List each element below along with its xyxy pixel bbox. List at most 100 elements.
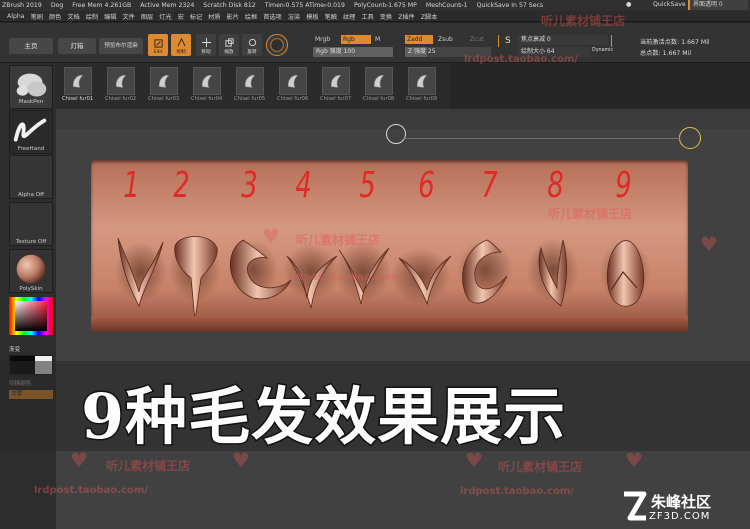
menu-item[interactable]: 编辑 [104, 12, 116, 21]
menu-item[interactable]: Alpha [7, 13, 25, 20]
rotate-icon [248, 38, 256, 47]
fur-brush-icon [417, 75, 428, 88]
lightbox-button[interactable]: 灯箱 [58, 38, 96, 54]
home-button[interactable]: 主页 [9, 38, 53, 54]
brush-thumbnail[interactable] [193, 67, 221, 95]
move-icon [201, 38, 211, 47]
focal-cursor [679, 127, 701, 149]
brush-thumbnail[interactable] [150, 67, 178, 95]
zadd-toggle[interactable]: Zadd [405, 35, 433, 44]
rgb-toggle[interactable]: Rgb [341, 35, 371, 44]
menu-item[interactable]: 文件 [122, 12, 134, 21]
draw-button[interactable]: 绘制 [171, 34, 191, 56]
watermark-shop-2: 听儿素材铺王店 [548, 207, 633, 221]
gradient-label: 渐变 [9, 347, 21, 353]
menu-item[interactable]: 宏 [178, 12, 184, 21]
menu-item[interactable]: 首选项 [263, 12, 282, 21]
watermark-shop-1: 听儿素材铺王店 [296, 233, 381, 247]
menu-item[interactable]: 颜色 [49, 12, 61, 21]
menu-item[interactable]: 渲染 [288, 12, 300, 21]
menu-item[interactable]: Z脚本 [421, 12, 438, 21]
rotate-button[interactable]: 旋转 [242, 34, 262, 56]
fur-brush-icon [374, 75, 385, 88]
draw-size-cursor [386, 124, 406, 144]
material-sphere-icon[interactable] [266, 34, 288, 56]
brush-thumbnail[interactable] [279, 67, 307, 95]
brush-thumbnail[interactable] [107, 67, 135, 95]
rotate-label: 旋转 [247, 50, 257, 55]
brush-thumbnail[interactable] [408, 67, 436, 95]
fur-brush-icon [331, 75, 342, 88]
zsub-toggle[interactable]: Zsub [436, 35, 460, 44]
menu-item[interactable]: Z插件 [398, 12, 415, 21]
brush-thumbnail[interactable] [64, 67, 92, 95]
menu-item[interactable]: 材质 [208, 12, 220, 21]
preview-bpr-button[interactable]: 预览布尔渲染 [99, 38, 143, 54]
brush-thumbnail[interactable] [322, 67, 350, 95]
transparency-slider[interactable]: 界面透明 0 [688, 0, 748, 10]
fur-brush-icon [245, 75, 256, 88]
rgb-intensity-slider[interactable]: Rgb 强度 100 [313, 47, 393, 57]
edit-label: Edit [153, 50, 163, 55]
menu-item[interactable]: 变换 [380, 12, 392, 21]
menu-item[interactable]: 图层 [141, 12, 153, 21]
quicksave-button[interactable]: QuickSave [653, 1, 686, 8]
scale-label: 缩放 [224, 50, 234, 55]
brush-name: Chisel fur03 [148, 96, 180, 102]
menu-bar: Alpha 笔刷 颜色 文档 绘制 编辑 文件 图层 灯光宏标记 材质 影片 绘框 首选项 渲染 模板 笔触纹… [0, 11, 750, 22]
stroke-guide-line [404, 138, 680, 139]
color-picker[interactable] [9, 297, 53, 335]
stroke-number: 7 [481, 165, 498, 206]
watermark-url-2: lrdpost.taobao.com/ [464, 54, 578, 65]
title-bar: ZBrush 2019 Dog Free Mem 4.261GB Active … [0, 0, 750, 11]
watermark-heart-icon: ♥ [700, 232, 718, 256]
fur-brush-icon [288, 75, 299, 88]
brush-name: Chisel fur01 [62, 96, 94, 102]
mesh-count: MeshCount▹1 [425, 2, 468, 9]
active-mem: Active Mem 2324 [140, 2, 195, 9]
brush-name: Chisel fur06 [277, 96, 309, 102]
menu-item[interactable]: 绘制 [86, 12, 98, 21]
stroke-number: 1 [123, 165, 140, 206]
watermark-shop-4: 听儿素材铺王店 [106, 459, 191, 473]
brush-thumbnail[interactable] [236, 67, 264, 95]
menu-item[interactable]: 标记 [190, 12, 202, 21]
brush-name: Chisel fur02 [105, 96, 137, 102]
watermark-shop-5: 听儿素材铺王店 [498, 460, 583, 474]
app-title: ZBrush 2019 [2, 2, 42, 9]
stroke-number: 8 [547, 165, 564, 206]
menu-item[interactable]: 笔刷 [31, 12, 43, 21]
zcut-toggle[interactable]: Zcut [468, 35, 492, 44]
menu-item[interactable]: 模板 [306, 12, 318, 21]
watermark-url-4: lrdpost.taobao.com/ [460, 486, 574, 497]
m-toggle[interactable]: M [373, 35, 387, 44]
slider-marker-2 [611, 35, 612, 47]
stroke-number: 6 [418, 165, 435, 206]
brush-name: Chisel fur09 [406, 96, 438, 102]
menu-item[interactable]: 笔触 [325, 12, 337, 21]
mrgb-toggle[interactable]: Mrgb [313, 35, 339, 44]
move-button[interactable]: 移动 [196, 34, 216, 56]
fur-brush-icon [159, 75, 170, 88]
edit-button[interactable]: Edit [148, 34, 168, 56]
quicksave-timer: QuickSave In 57 Secs [476, 2, 544, 9]
brush-name: Chisel fur04 [191, 96, 223, 102]
menu-item[interactable]: 绘框 [245, 12, 257, 21]
menu-item[interactable]: 工具 [361, 12, 373, 21]
dynamic-toggle[interactable]: Dynamic [592, 48, 613, 53]
alpha-off-label: Alpha Off [18, 192, 44, 198]
logo-name: 朱峰社区 [651, 493, 712, 511]
scale-button[interactable]: 缩放 [219, 34, 239, 56]
brush-name: Chisel fur08 [363, 96, 395, 102]
menu-item[interactable]: 文档 [67, 12, 79, 21]
plaque-base [91, 316, 688, 332]
brush-thumbnail[interactable] [365, 67, 393, 95]
focal-shift-slider[interactable]: 焦点衰减 0 [518, 35, 608, 45]
brush-name: Chisel fur07 [320, 96, 352, 102]
menu-item[interactable]: 影片 [227, 12, 239, 21]
menu-item[interactable]: 灯光 [159, 12, 171, 21]
menu-item[interactable]: 纹理 [343, 12, 355, 21]
stroke-number: 3 [241, 165, 258, 206]
quicksave-icon[interactable]: ● [626, 1, 631, 8]
fur-brush-icon [202, 75, 213, 88]
